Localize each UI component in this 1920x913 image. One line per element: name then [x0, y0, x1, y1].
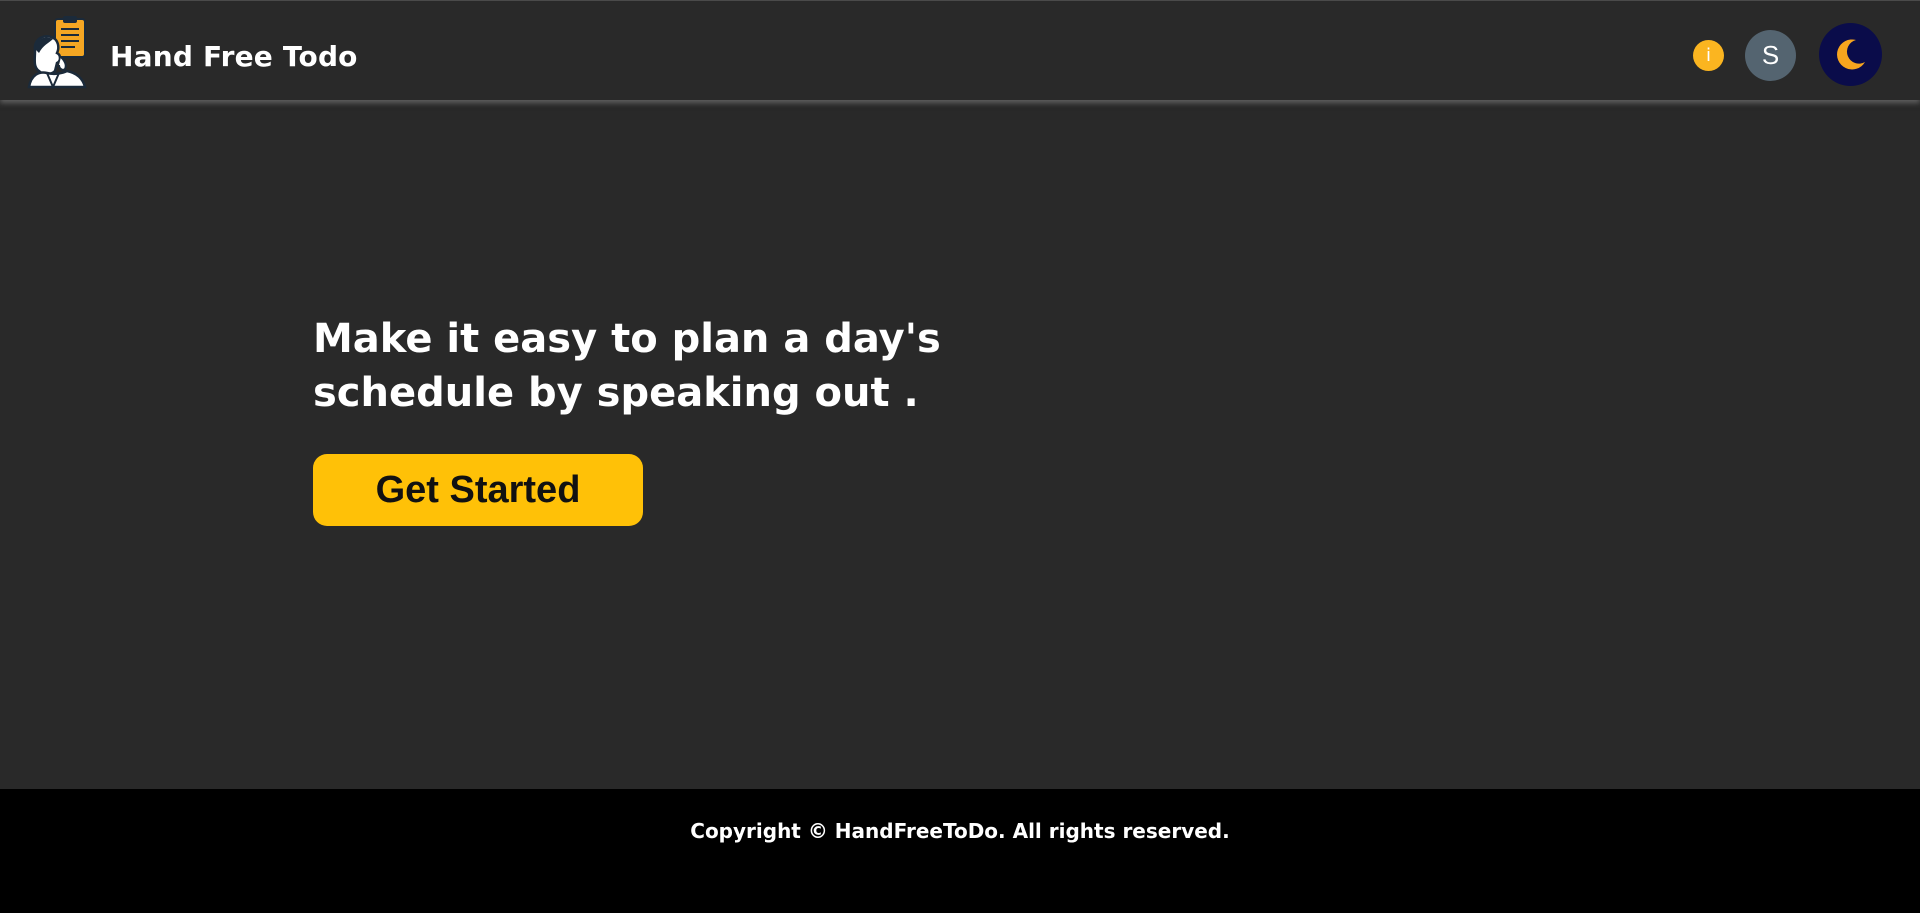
hero-headline: Make it easy to plan a day's schedule by…	[313, 316, 941, 416]
app-logo-icon[interactable]	[25, 15, 93, 90]
page-footer: Copyright © HandFreeToDo. All rights res…	[0, 789, 1920, 913]
get-started-button[interactable]: Get Started	[313, 454, 643, 526]
copyright-text: Copyright © HandFreeToDo. All rights res…	[690, 819, 1230, 843]
app-header: Hand Free Todo i S	[0, 0, 1920, 100]
brand-title[interactable]: Hand Free Todo	[110, 37, 358, 77]
crescent-moon-icon	[1837, 39, 1865, 70]
user-avatar-button[interactable]: S	[1745, 30, 1796, 81]
info-button[interactable]: i	[1693, 40, 1724, 71]
theme-toggle-button[interactable]	[1819, 23, 1882, 86]
